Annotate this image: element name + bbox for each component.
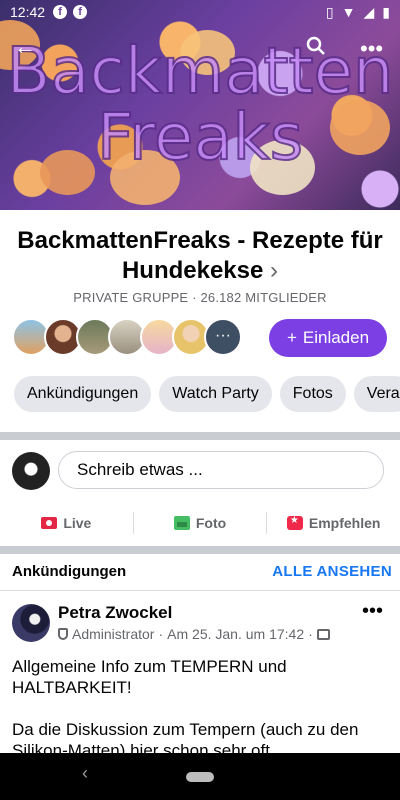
photo-icon: [173, 516, 190, 530]
cover-photo[interactable]: Backmatten Freaks: [0, 0, 400, 210]
live-video-icon: [41, 517, 58, 529]
live-button[interactable]: Live: [0, 508, 133, 538]
meta-separator: ·: [158, 626, 164, 642]
invite-label: Einladen: [302, 328, 370, 347]
facebook-notification-icon: f: [53, 5, 68, 19]
tab-photos[interactable]: Fotos: [279, 376, 346, 412]
back-arrow-icon[interactable]: ←: [14, 34, 36, 60]
meta-separator: ·: [308, 626, 313, 642]
section-divider: [0, 432, 400, 440]
section-divider: [0, 546, 400, 554]
plus-icon: +: [286, 328, 297, 347]
post-date[interactable]: Am 25. Jan. um 17:42: [167, 626, 304, 642]
post-composer-input[interactable]: Schreib etwas ...: [58, 451, 384, 489]
status-bar: 12:42 f f ▯ ▼ ◢ ▮: [0, 0, 400, 24]
recommend-button[interactable]: Empfehlen: [267, 508, 400, 538]
more-options-icon[interactable]: •••: [360, 36, 383, 62]
live-label: Live: [63, 515, 92, 531]
cover-text-line2: Freaks: [96, 101, 304, 175]
battery-icon: ▮: [382, 3, 390, 20]
photo-button[interactable]: Foto: [134, 508, 267, 538]
announcements-header: Ankündigungen: [12, 563, 127, 580]
post-text-line: Allgemeine Info zum TEMPERN und HALTBARK…: [12, 657, 287, 697]
signal-icon: ◢: [363, 3, 375, 20]
group-meta: PRIVATE GRUPPE · 26.182 MITGLIEDER: [73, 290, 327, 305]
tab-announcements[interactable]: Ankündigungen: [14, 376, 152, 412]
post-meta: Administrator · Am 25. Jan. um 17:42 ·: [58, 626, 330, 642]
more-members-avatar: ···: [204, 318, 242, 356]
tab-events[interactable]: Vera: [353, 376, 400, 412]
cover-text-line1: Backmatten: [5, 35, 394, 109]
post-more-icon[interactable]: •••: [362, 600, 383, 623]
chevron-right-icon: ›: [270, 257, 279, 284]
see-all-link[interactable]: ALLE ANSEHEN: [272, 563, 392, 580]
divider: [0, 590, 400, 591]
group-title[interactable]: BackmattenFreaks - Rezepte für Hundekeks…: [0, 226, 400, 286]
author-avatar[interactable]: [12, 604, 50, 642]
group-title-text: BackmattenFreaks - Rezepte für Hundekeks…: [17, 227, 383, 284]
admin-shield-icon: [58, 628, 68, 640]
group-privacy-icon: [316, 628, 330, 640]
facebook-notification-icon-2: f: [73, 5, 88, 19]
recommend-icon: [286, 515, 303, 530]
member-avatars[interactable]: ···: [12, 318, 242, 358]
vibrate-icon: ▯: [325, 3, 334, 20]
nav-back-icon[interactable]: ‹: [82, 763, 88, 784]
post-role: Administrator: [72, 626, 155, 642]
nav-home-pill[interactable]: [186, 772, 214, 782]
status-time: 12:42: [10, 4, 46, 20]
photo-label: Foto: [195, 515, 227, 531]
invite-button[interactable]: + Einladen: [269, 319, 387, 357]
tab-watch-party[interactable]: Watch Party: [159, 376, 272, 412]
search-icon[interactable]: [306, 36, 326, 62]
post-author[interactable]: Petra Zwockel: [58, 603, 172, 623]
group-tabs: Ankündigungen Watch Party Fotos Vera: [14, 376, 400, 412]
user-avatar[interactable]: [12, 452, 50, 490]
recommend-label: Empfehlen: [308, 515, 381, 531]
wifi-icon: ▼: [341, 4, 356, 20]
composer-actions: Live Foto Empfehlen: [0, 508, 400, 538]
system-nav-bar: ‹: [0, 753, 400, 800]
